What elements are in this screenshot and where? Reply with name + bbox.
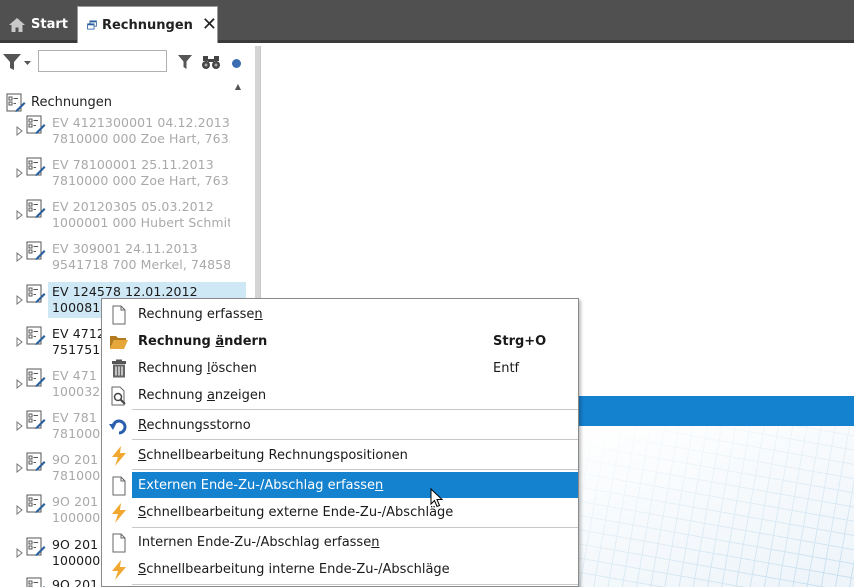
invoice-edit-icon	[26, 368, 46, 387]
menu-separator	[132, 409, 578, 410]
invoice-edit-icon	[26, 577, 45, 587]
expand-arrow-icon[interactable]	[16, 421, 24, 431]
decorative-band	[579, 396, 854, 426]
home-icon	[9, 17, 25, 32]
tree-item-line1: EV 124578 12.01.2012	[52, 284, 198, 299]
invoice-edit-icon	[26, 326, 46, 345]
menu-separator	[132, 469, 578, 470]
tab-start-label: Start	[31, 17, 68, 32]
menu-separator	[132, 584, 578, 585]
folder-open-icon	[110, 336, 128, 349]
menu-separator	[132, 527, 578, 528]
lightning-icon	[112, 446, 126, 466]
undo-icon	[109, 419, 127, 435]
filter-icon[interactable]	[177, 54, 193, 70]
invoice-edit-icon	[26, 241, 46, 260]
expand-arrow-icon[interactable]	[16, 168, 24, 178]
status-dot-icon[interactable]	[232, 59, 241, 68]
invoice-edit-icon	[26, 452, 46, 471]
menu-item-label: Rechnungsstorno	[138, 418, 251, 433]
invoice-edit-icon	[26, 199, 46, 218]
expand-arrow-icon[interactable]	[16, 505, 24, 515]
menu-item-shortcut: Strg+O	[493, 334, 547, 349]
menu-item-label: Rechnung löschen	[138, 361, 257, 376]
expand-arrow-icon[interactable]	[16, 252, 24, 262]
lightning-icon	[112, 560, 126, 580]
invoice-edit-icon	[26, 115, 46, 134]
tab-bar: Start Rechnungen ✕	[0, 0, 854, 43]
lightning-icon	[112, 503, 126, 523]
binoculars-icon[interactable]	[201, 54, 221, 70]
menu-item-schnellbearbeitung-intern[interactable]: Schnellbearbeitung interne Ende-Zu-/Absc…	[102, 556, 578, 582]
window-icon	[87, 20, 97, 30]
invoice-edit-icon	[26, 494, 46, 513]
filter-toolbar	[0, 48, 255, 74]
new-document-icon	[112, 533, 126, 553]
menu-item-label: Rechnung erfassen	[138, 307, 263, 322]
menu-item-label: Schnellbearbeitung externe Ende-Zu-/Absc…	[138, 505, 454, 520]
menu-item-shortcut: Entf	[493, 361, 520, 376]
menu-item-rechnung-aendern[interactable]: Rechnung ändern Strg+O	[102, 328, 578, 354]
new-document-icon	[112, 305, 126, 325]
tree-item-line1: EV 78100001 25.11.2013	[52, 157, 214, 172]
tree-root-rechnungen[interactable]: Rechnungen	[6, 92, 112, 112]
context-menu: Rechnung erfassen Rechnung ändern Strg+O…	[101, 298, 579, 587]
expand-arrow-icon[interactable]	[16, 337, 24, 347]
tab-rechnungen[interactable]: Rechnungen ✕	[77, 6, 218, 43]
menu-separator	[132, 439, 578, 440]
menu-item-label: Externen Ende-Zu-/Abschlag erfassen	[138, 478, 384, 493]
expand-arrow-icon[interactable]	[16, 295, 24, 305]
tree-root-label: Rechnungen	[31, 94, 113, 110]
menu-item-rechnungsstorno[interactable]: Rechnungsstorno	[102, 412, 578, 438]
tree-item-line2: 7810000 000 Zoe Hart, 7635	[52, 131, 230, 146]
expand-arrow-icon[interactable]	[16, 126, 24, 136]
menu-item-rechnung-anzeigen[interactable]: Rechnung anzeigen	[102, 382, 578, 408]
menu-item-label: Schnellbearbeitung Rechnungspositionen	[138, 448, 408, 463]
invoice-edit-icon	[26, 284, 46, 303]
search-input[interactable]	[38, 50, 167, 72]
expand-arrow-icon[interactable]	[16, 379, 24, 389]
close-icon[interactable]: ✕	[202, 16, 217, 34]
tab-start[interactable]: Start	[0, 6, 74, 43]
tree-item[interactable]: EV 309001 24.11.2013 9541718 700 Merkel,…	[16, 241, 231, 277]
tree-item-line1: EV 20120305 05.03.2012	[52, 199, 214, 214]
tab-rechnungen-label: Rechnungen	[101, 17, 193, 33]
menu-item-internen-abschlag-erfassen[interactable]: Internen Ende-Zu-/Abschlag erfassen	[102, 529, 578, 555]
tree-item[interactable]: EV 4121300001 04.12.2013 7810000 000 Zoe…	[16, 115, 231, 151]
menu-item-label: Schnellbearbeitung interne Ende-Zu-/Absc…	[138, 562, 450, 577]
new-document-icon	[112, 476, 126, 496]
menu-item-rechnung-erfassen[interactable]: Rechnung erfassen	[102, 301, 578, 327]
menu-item-externen-abschlag-erfassen[interactable]: Externen Ende-Zu-/Abschlag erfassen	[112, 472, 578, 498]
tree-item-line2: 7810000 000 Zoe Hart, 7635	[52, 173, 230, 188]
menu-item-label: Rechnung anzeigen	[138, 388, 267, 403]
trash-icon	[112, 359, 126, 378]
scroll-up-icon[interactable]: ▲	[233, 82, 243, 92]
menu-item-label: Rechnung ändern	[138, 334, 268, 349]
tree-item-line1: EV 309001 24.11.2013	[52, 241, 198, 256]
menu-item-rechnung-loeschen[interactable]: Rechnung löschen Entf	[102, 355, 578, 381]
expand-arrow-icon[interactable]	[16, 210, 24, 220]
menu-item-schnellbearbeitung-extern[interactable]: Schnellbearbeitung externe Ende-Zu-/Absc…	[102, 499, 578, 525]
filter-dropdown-icon[interactable]	[2, 53, 32, 71]
invoice-edit-icon	[26, 157, 46, 176]
mouse-cursor-icon	[430, 488, 444, 508]
tree-item-line2: 1000001 000 Hubert Schmitt	[52, 215, 230, 230]
tree-item-line2: 9541718 700 Merkel, 74858	[52, 257, 230, 272]
invoice-edit-icon	[6, 93, 26, 112]
tree-item-line1: EV 4121300001 04.12.2013	[52, 115, 230, 130]
menu-item-label: Internen Ende-Zu-/Abschlag erfassen	[138, 535, 380, 550]
expand-arrow-icon[interactable]	[16, 548, 24, 558]
menu-item-schnellbearbeitung-positionen[interactable]: Schnellbearbeitung Rechnungspositionen	[102, 442, 578, 468]
invoice-edit-icon	[26, 410, 46, 429]
expand-arrow-icon[interactable]	[16, 463, 24, 473]
invoice-edit-icon	[26, 537, 46, 556]
tree-item[interactable]: EV 20120305 05.03.2012 1000001 000 Huber…	[16, 199, 231, 235]
document-search-icon	[111, 386, 126, 406]
tree-item[interactable]: EV 78100001 25.11.2013 7810000 000 Zoe H…	[16, 157, 231, 193]
decorative-grid	[579, 426, 854, 587]
